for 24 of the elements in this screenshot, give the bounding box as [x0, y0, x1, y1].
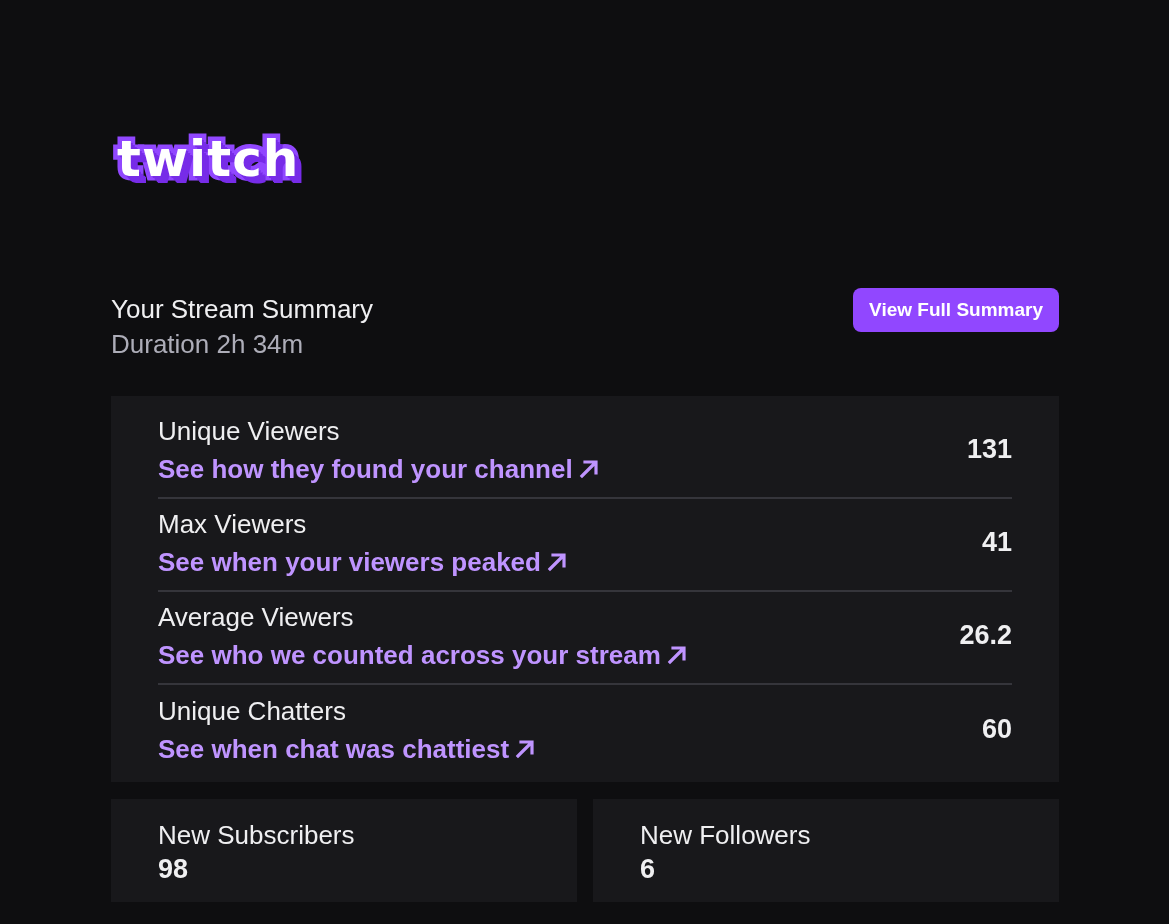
logo-wordmark: twitch [116, 129, 301, 190]
stream-duration: Duration 2h 34m [111, 328, 305, 361]
arrow-up-right-icon [666, 644, 687, 665]
summary-title: Your Stream Summary [111, 293, 374, 326]
metric-label: Unique Chatters [158, 694, 347, 727]
metric-value: 41 [981, 527, 1012, 558]
metric-label: Unique Viewers [158, 414, 341, 447]
arrow-up-right-icon [546, 551, 567, 572]
metric-label: Max Viewers [158, 507, 308, 540]
view-full-summary-button[interactable]: View Full Summary [853, 288, 1059, 332]
arrow-up-right-icon [578, 458, 599, 479]
total-value: 6 [640, 853, 657, 886]
metric-link[interactable]: See how they found your channel [158, 452, 599, 485]
metric-value: 26.2 [959, 620, 1012, 651]
metric-link[interactable]: See when your viewers peaked [158, 545, 567, 578]
metric-value: 131 [966, 434, 1012, 465]
total-value: 98 [158, 853, 190, 886]
metric-link[interactable]: See who we counted across your stream [158, 638, 687, 671]
metric-value: 60 [981, 714, 1012, 745]
arrow-up-right-icon [515, 738, 536, 759]
total-label: New Followers [640, 819, 812, 851]
metric-link[interactable]: See when chat was chattiest [158, 732, 536, 765]
metric-label: Average Viewers [158, 600, 355, 633]
total-label: New Subscribers [158, 819, 356, 851]
